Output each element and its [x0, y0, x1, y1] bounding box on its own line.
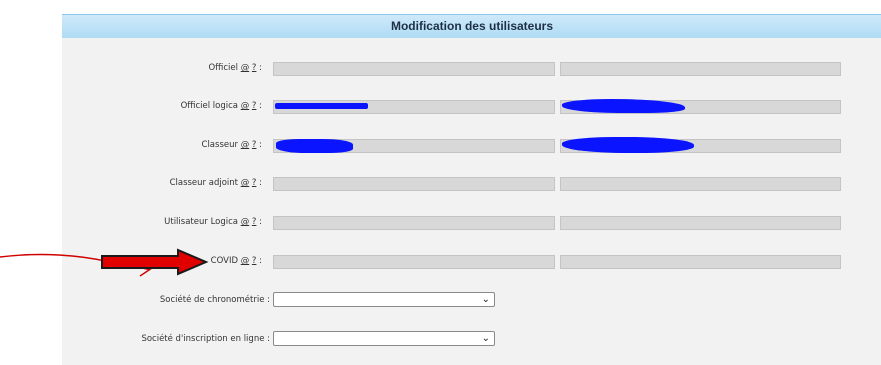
red-arrow-icon	[101, 248, 209, 276]
annotation-overlay	[0, 248, 209, 277]
